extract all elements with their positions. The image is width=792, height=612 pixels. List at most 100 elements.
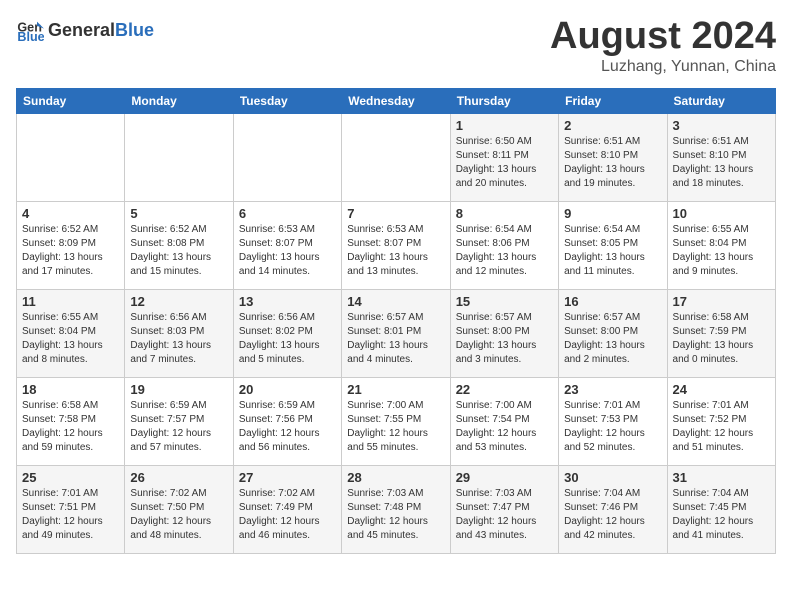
day-info: Sunrise: 6:51 AM Sunset: 8:10 PM Dayligh… bbox=[673, 135, 770, 191]
day-info: Sunrise: 6:52 AM Sunset: 8:09 PM Dayligh… bbox=[22, 223, 119, 279]
calendar-cell: 5 Sunrise: 6:52 AM Sunset: 8:08 PM Daylig… bbox=[125, 201, 233, 289]
day-info: Sunrise: 6:55 AM Sunset: 8:04 PM Dayligh… bbox=[673, 223, 770, 279]
day-info: Sunrise: 7:01 AM Sunset: 7:51 PM Dayligh… bbox=[22, 487, 119, 543]
calendar-week-3: 11Sunrise: 6:55 AM Sunset: 8:04 PM Dayli… bbox=[17, 289, 776, 377]
day-number: 5 bbox=[130, 206, 227, 221]
day-info: Sunrise: 6:51 AM Sunset: 8:10 PM Dayligh… bbox=[564, 135, 661, 191]
calendar-week-5: 25Sunrise: 7:01 AM Sunset: 7:51 PM Dayli… bbox=[17, 465, 776, 553]
day-number: 27 bbox=[239, 470, 336, 485]
logo: Gen Blue GeneralBlue bbox=[16, 16, 154, 44]
calendar-cell: 20 Sunrise: 6:59 AM Sunset: 7:56 PM Dayli… bbox=[233, 377, 341, 465]
calendar-cell: 24 Sunrise: 7:01 AM Sunset: 7:52 PM Dayli… bbox=[667, 377, 775, 465]
calendar-week-1: 1 Sunrise: 6:50 AM Sunset: 8:11 PM Daylig… bbox=[17, 113, 776, 201]
day-info: Sunrise: 7:03 AM Sunset: 7:48 PM Dayligh… bbox=[347, 487, 444, 543]
day-info: Sunrise: 6:57 AM Sunset: 8:00 PM Dayligh… bbox=[456, 311, 553, 367]
page-header: Gen Blue GeneralBlue August 2024 Luzhang… bbox=[16, 16, 776, 76]
weekday-header-thursday: Thursday bbox=[450, 88, 558, 113]
calendar-cell: 31 Sunrise: 7:04 AM Sunset: 7:45 PM Dayli… bbox=[667, 465, 775, 553]
calendar-cell: 19Sunrise: 6:59 AM Sunset: 7:57 PM Dayli… bbox=[125, 377, 233, 465]
calendar-week-4: 18 Sunrise: 6:58 AM Sunset: 7:58 PM Dayli… bbox=[17, 377, 776, 465]
logo-text-blue: Blue bbox=[115, 20, 154, 41]
weekday-header-friday: Friday bbox=[559, 88, 667, 113]
day-info: Sunrise: 7:01 AM Sunset: 7:53 PM Dayligh… bbox=[564, 399, 661, 455]
day-number: 8 bbox=[456, 206, 553, 221]
weekday-header-tuesday: Tuesday bbox=[233, 88, 341, 113]
day-info: Sunrise: 6:57 AM Sunset: 8:01 PM Dayligh… bbox=[347, 311, 444, 367]
calendar-cell bbox=[233, 113, 341, 201]
day-info: Sunrise: 6:57 AM Sunset: 8:00 PM Dayligh… bbox=[564, 311, 661, 367]
weekday-header-monday: Monday bbox=[125, 88, 233, 113]
calendar-cell: 12Sunrise: 6:56 AM Sunset: 8:03 PM Dayli… bbox=[125, 289, 233, 377]
calendar-cell: 15 Sunrise: 6:57 AM Sunset: 8:00 PM Dayli… bbox=[450, 289, 558, 377]
day-number: 10 bbox=[673, 206, 770, 221]
calendar-cell: 26Sunrise: 7:02 AM Sunset: 7:50 PM Dayli… bbox=[125, 465, 233, 553]
logo-icon: Gen Blue bbox=[16, 16, 44, 44]
day-info: Sunrise: 7:02 AM Sunset: 7:50 PM Dayligh… bbox=[130, 487, 227, 543]
weekday-header-saturday: Saturday bbox=[667, 88, 775, 113]
day-number: 24 bbox=[673, 382, 770, 397]
weekday-header-sunday: Sunday bbox=[17, 88, 125, 113]
day-info: Sunrise: 6:52 AM Sunset: 8:08 PM Dayligh… bbox=[130, 223, 227, 279]
day-number: 20 bbox=[239, 382, 336, 397]
calendar-cell: 1 Sunrise: 6:50 AM Sunset: 8:11 PM Daylig… bbox=[450, 113, 558, 201]
calendar-cell: 8 Sunrise: 6:54 AM Sunset: 8:06 PM Daylig… bbox=[450, 201, 558, 289]
calendar-cell: 27 Sunrise: 7:02 AM Sunset: 7:49 PM Dayli… bbox=[233, 465, 341, 553]
day-info: Sunrise: 6:58 AM Sunset: 7:58 PM Dayligh… bbox=[22, 399, 119, 455]
day-info: Sunrise: 7:01 AM Sunset: 7:52 PM Dayligh… bbox=[673, 399, 770, 455]
day-info: Sunrise: 6:54 AM Sunset: 8:05 PM Dayligh… bbox=[564, 223, 661, 279]
day-number: 29 bbox=[456, 470, 553, 485]
day-number: 6 bbox=[239, 206, 336, 221]
title-block: August 2024 Luzhang, Yunnan, China bbox=[550, 16, 776, 76]
weekday-header-wednesday: Wednesday bbox=[342, 88, 450, 113]
calendar-cell: 21 Sunrise: 7:00 AM Sunset: 7:55 PM Dayli… bbox=[342, 377, 450, 465]
day-number: 17 bbox=[673, 294, 770, 309]
day-number: 16 bbox=[564, 294, 661, 309]
calendar-week-2: 4Sunrise: 6:52 AM Sunset: 8:09 PM Daylig… bbox=[17, 201, 776, 289]
logo-text-general: General bbox=[48, 20, 115, 41]
day-info: Sunrise: 7:04 AM Sunset: 7:45 PM Dayligh… bbox=[673, 487, 770, 543]
calendar-cell: 3Sunrise: 6:51 AM Sunset: 8:10 PM Daylig… bbox=[667, 113, 775, 201]
day-number: 22 bbox=[456, 382, 553, 397]
calendar-cell: 25Sunrise: 7:01 AM Sunset: 7:51 PM Dayli… bbox=[17, 465, 125, 553]
calendar-cell bbox=[17, 113, 125, 201]
day-number: 1 bbox=[456, 118, 553, 133]
day-info: Sunrise: 6:56 AM Sunset: 8:02 PM Dayligh… bbox=[239, 311, 336, 367]
day-number: 14 bbox=[347, 294, 444, 309]
day-number: 9 bbox=[564, 206, 661, 221]
day-info: Sunrise: 7:00 AM Sunset: 7:55 PM Dayligh… bbox=[347, 399, 444, 455]
day-info: Sunrise: 7:04 AM Sunset: 7:46 PM Dayligh… bbox=[564, 487, 661, 543]
calendar-cell: 28Sunrise: 7:03 AM Sunset: 7:48 PM Dayli… bbox=[342, 465, 450, 553]
calendar-cell: 2 Sunrise: 6:51 AM Sunset: 8:10 PM Daylig… bbox=[559, 113, 667, 201]
calendar-cell: 13 Sunrise: 6:56 AM Sunset: 8:02 PM Dayli… bbox=[233, 289, 341, 377]
day-info: Sunrise: 6:58 AM Sunset: 7:59 PM Dayligh… bbox=[673, 311, 770, 367]
day-info: Sunrise: 6:55 AM Sunset: 8:04 PM Dayligh… bbox=[22, 311, 119, 367]
day-number: 15 bbox=[456, 294, 553, 309]
day-info: Sunrise: 6:50 AM Sunset: 8:11 PM Dayligh… bbox=[456, 135, 553, 191]
calendar-cell: 9 Sunrise: 6:54 AM Sunset: 8:05 PM Daylig… bbox=[559, 201, 667, 289]
month-title: August 2024 bbox=[550, 16, 776, 58]
calendar-cell: 23 Sunrise: 7:01 AM Sunset: 7:53 PM Dayli… bbox=[559, 377, 667, 465]
day-number: 31 bbox=[673, 470, 770, 485]
day-number: 18 bbox=[22, 382, 119, 397]
day-number: 13 bbox=[239, 294, 336, 309]
calendar-cell: 22 Sunrise: 7:00 AM Sunset: 7:54 PM Dayli… bbox=[450, 377, 558, 465]
calendar-cell: 6Sunrise: 6:53 AM Sunset: 8:07 PM Daylig… bbox=[233, 201, 341, 289]
day-info: Sunrise: 6:56 AM Sunset: 8:03 PM Dayligh… bbox=[130, 311, 227, 367]
calendar-table: SundayMondayTuesdayWednesdayThursdayFrid… bbox=[16, 88, 776, 554]
calendar-cell: 7Sunrise: 6:53 AM Sunset: 8:07 PM Daylig… bbox=[342, 201, 450, 289]
day-number: 21 bbox=[347, 382, 444, 397]
calendar-cell: 10 Sunrise: 6:55 AM Sunset: 8:04 PM Dayli… bbox=[667, 201, 775, 289]
day-info: Sunrise: 6:59 AM Sunset: 7:57 PM Dayligh… bbox=[130, 399, 227, 455]
day-number: 23 bbox=[564, 382, 661, 397]
calendar-cell: 30Sunrise: 7:04 AM Sunset: 7:46 PM Dayli… bbox=[559, 465, 667, 553]
calendar-cell: 4Sunrise: 6:52 AM Sunset: 8:09 PM Daylig… bbox=[17, 201, 125, 289]
day-info: Sunrise: 6:53 AM Sunset: 8:07 PM Dayligh… bbox=[347, 223, 444, 279]
calendar-cell: 16 Sunrise: 6:57 AM Sunset: 8:00 PM Dayli… bbox=[559, 289, 667, 377]
day-info: Sunrise: 7:00 AM Sunset: 7:54 PM Dayligh… bbox=[456, 399, 553, 455]
day-number: 2 bbox=[564, 118, 661, 133]
day-info: Sunrise: 6:54 AM Sunset: 8:06 PM Dayligh… bbox=[456, 223, 553, 279]
calendar-cell: 29Sunrise: 7:03 AM Sunset: 7:47 PM Dayli… bbox=[450, 465, 558, 553]
day-info: Sunrise: 7:02 AM Sunset: 7:49 PM Dayligh… bbox=[239, 487, 336, 543]
day-info: Sunrise: 6:59 AM Sunset: 7:56 PM Dayligh… bbox=[239, 399, 336, 455]
calendar-cell: 11Sunrise: 6:55 AM Sunset: 8:04 PM Dayli… bbox=[17, 289, 125, 377]
